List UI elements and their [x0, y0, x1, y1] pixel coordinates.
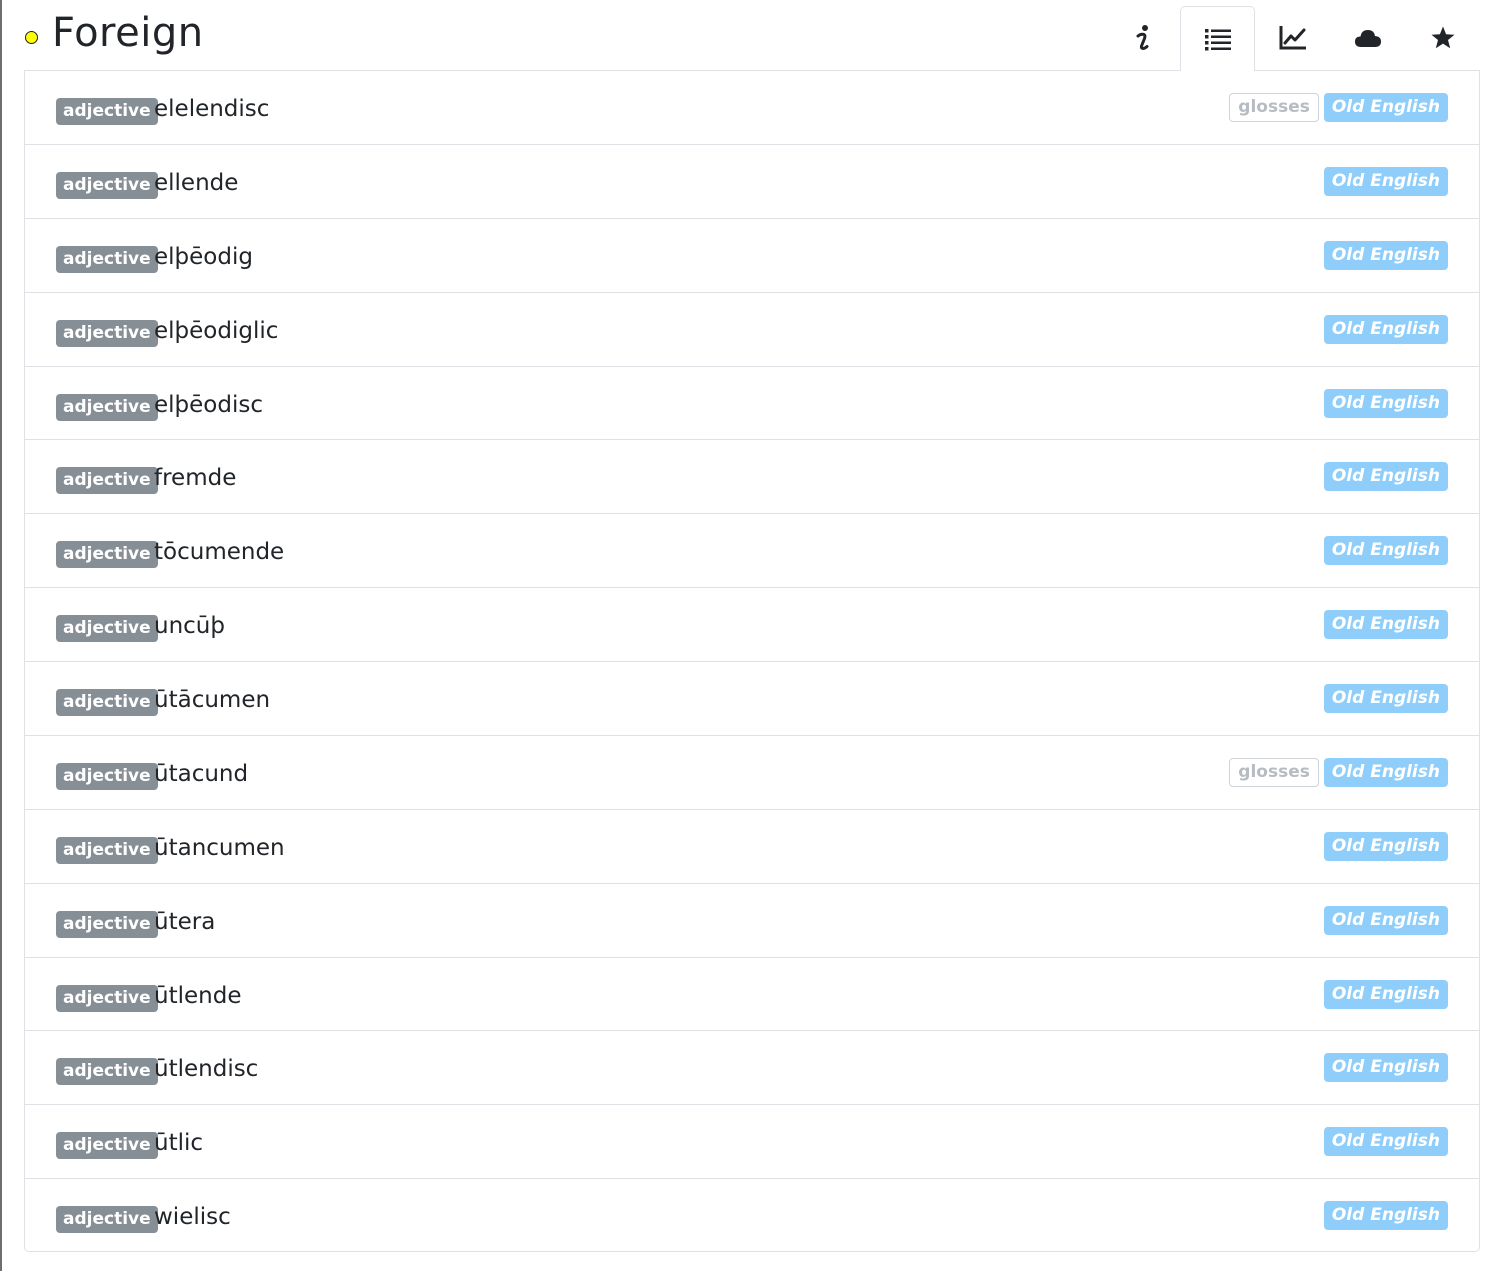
list-item[interactable]: adjective ūtācumen Old English	[25, 662, 1479, 736]
list-item[interactable]: adjective wielisc Old English	[25, 1179, 1479, 1251]
entry-badges: Old English	[1323, 314, 1448, 344]
word-link[interactable]: ūtlic	[154, 1127, 203, 1159]
glosses-badge[interactable]: glosses	[1229, 93, 1319, 122]
list-item[interactable]: adjective ūtera Old English	[25, 884, 1479, 958]
list-item[interactable]: adjective ūtancumen Old English	[25, 810, 1479, 884]
pos-badge: adjective	[56, 467, 158, 495]
left-border	[0, 0, 2, 1271]
language-badge: Old English	[1323, 905, 1448, 935]
word-list: adjective elelendisc glosses Old English adj…	[24, 70, 1480, 1252]
entry-badges: Old English	[1323, 831, 1448, 861]
list-item[interactable]: adjective ūtlende Old English	[25, 958, 1479, 1032]
pos-badge: adjective	[56, 319, 158, 347]
pos-badge: adjective	[56, 689, 158, 716]
pos-badge: adjective	[56, 393, 158, 421]
language-badge: Old English	[1323, 979, 1448, 1009]
pos-badge: adjective	[56, 1206, 158, 1234]
entry-badges: Old English	[1323, 610, 1448, 640]
entry-badges: Old English	[1323, 1127, 1448, 1157]
language-badge: Old English	[1323, 536, 1448, 566]
pos-badge: adjective	[56, 1132, 158, 1160]
pos-badge: adjective	[56, 541, 158, 569]
line-chart-icon	[1279, 25, 1307, 51]
word-link[interactable]: uncūþ	[154, 610, 225, 642]
info-icon	[1132, 23, 1154, 53]
pos-badge: adjective	[56, 984, 158, 1012]
word-link[interactable]: tōcumende	[154, 536, 284, 568]
page-header: Foreign	[24, 0, 1480, 71]
word-link[interactable]: elþēodiglic	[154, 315, 278, 347]
list-item[interactable]: adjective ellende Old English	[25, 145, 1479, 219]
entry-badges: Old English	[1323, 536, 1448, 566]
word-link[interactable]: ūtancumen	[154, 832, 285, 864]
word-link[interactable]: elelendisc	[154, 93, 269, 125]
entry-badges: glosses Old English	[1229, 93, 1448, 122]
word-link[interactable]: ūtācumen	[154, 684, 270, 716]
entry-badges: Old English	[1323, 1201, 1448, 1231]
entry-badges: Old English	[1323, 1053, 1448, 1083]
list-item[interactable]: adjective elþēodiglic Old English	[25, 293, 1479, 367]
word-link[interactable]: ūtacund	[154, 758, 248, 790]
entry-badges: Old English	[1323, 979, 1448, 1009]
language-badge: Old English	[1323, 240, 1448, 270]
entry-badges: Old English	[1323, 684, 1448, 713]
word-link[interactable]: elþēodig	[154, 241, 253, 273]
entry-badges: Old English	[1323, 905, 1448, 935]
language-badge: Old English	[1323, 314, 1448, 344]
pos-badge: adjective	[56, 98, 158, 125]
word-link[interactable]: ūtlende	[154, 980, 241, 1012]
word-link[interactable]: elþēodisc	[154, 389, 263, 421]
language-badge: Old English	[1323, 1053, 1448, 1083]
pos-badge: adjective	[56, 836, 158, 864]
language-badge: Old English	[1323, 462, 1448, 492]
language-badge: Old English	[1323, 757, 1448, 787]
status-dot	[25, 31, 38, 44]
entry-badges: glosses Old English	[1229, 757, 1448, 787]
cloud-icon	[1354, 28, 1382, 48]
pos-badge: adjective	[56, 245, 158, 273]
word-link[interactable]: ūtera	[154, 906, 215, 938]
view-tabs	[1105, 6, 1480, 71]
star-icon	[1430, 25, 1456, 51]
list-item[interactable]: adjective ūtlic Old English	[25, 1105, 1479, 1180]
word-link[interactable]: ellende	[154, 167, 238, 199]
word-link[interactable]: ūtlendisc	[154, 1053, 258, 1085]
language-badge: Old English	[1323, 388, 1448, 418]
pos-badge: adjective	[56, 762, 158, 790]
list-item[interactable]: adjective ūtlendisc Old English	[25, 1031, 1479, 1106]
pos-badge: adjective	[56, 910, 158, 938]
word-link[interactable]: fremde	[154, 462, 236, 494]
language-badge: Old English	[1323, 831, 1448, 861]
word-link[interactable]: wielisc	[154, 1201, 231, 1233]
page-title: Foreign	[52, 10, 204, 56]
tab-chart[interactable]	[1255, 6, 1330, 69]
list-item[interactable]: adjective elelendisc glosses Old English	[25, 71, 1479, 145]
tab-list[interactable]	[1180, 6, 1255, 71]
entry-badges: Old English	[1323, 388, 1448, 418]
language-badge: Old English	[1323, 610, 1448, 640]
glosses-badge[interactable]: glosses	[1229, 757, 1319, 787]
list-item[interactable]: adjective elþēodisc Old English	[25, 367, 1479, 441]
list-item[interactable]: adjective uncūþ Old English	[25, 588, 1479, 662]
language-badge: Old English	[1323, 1127, 1448, 1157]
list-icon	[1204, 27, 1232, 51]
tab-favorite[interactable]	[1405, 6, 1480, 69]
list-item[interactable]: adjective ūtacund glosses Old English	[25, 736, 1479, 810]
entry-badges: Old English	[1323, 166, 1448, 196]
language-badge: Old English	[1323, 684, 1448, 713]
entry-badges: Old English	[1323, 240, 1448, 270]
entry-badges: Old English	[1323, 462, 1448, 492]
tab-info[interactable]	[1105, 6, 1180, 69]
tab-cloud[interactable]	[1330, 6, 1405, 69]
pos-badge: adjective	[56, 615, 158, 643]
language-badge: Old English	[1323, 166, 1448, 196]
pos-badge: adjective	[56, 171, 158, 199]
pos-badge: adjective	[56, 1058, 158, 1086]
list-item[interactable]: adjective tōcumende Old English	[25, 514, 1479, 589]
language-badge: Old English	[1323, 93, 1448, 122]
list-item[interactable]: adjective elþēodig Old English	[25, 219, 1479, 293]
language-badge: Old English	[1323, 1201, 1448, 1231]
list-item[interactable]: adjective fremde Old English	[25, 440, 1479, 515]
